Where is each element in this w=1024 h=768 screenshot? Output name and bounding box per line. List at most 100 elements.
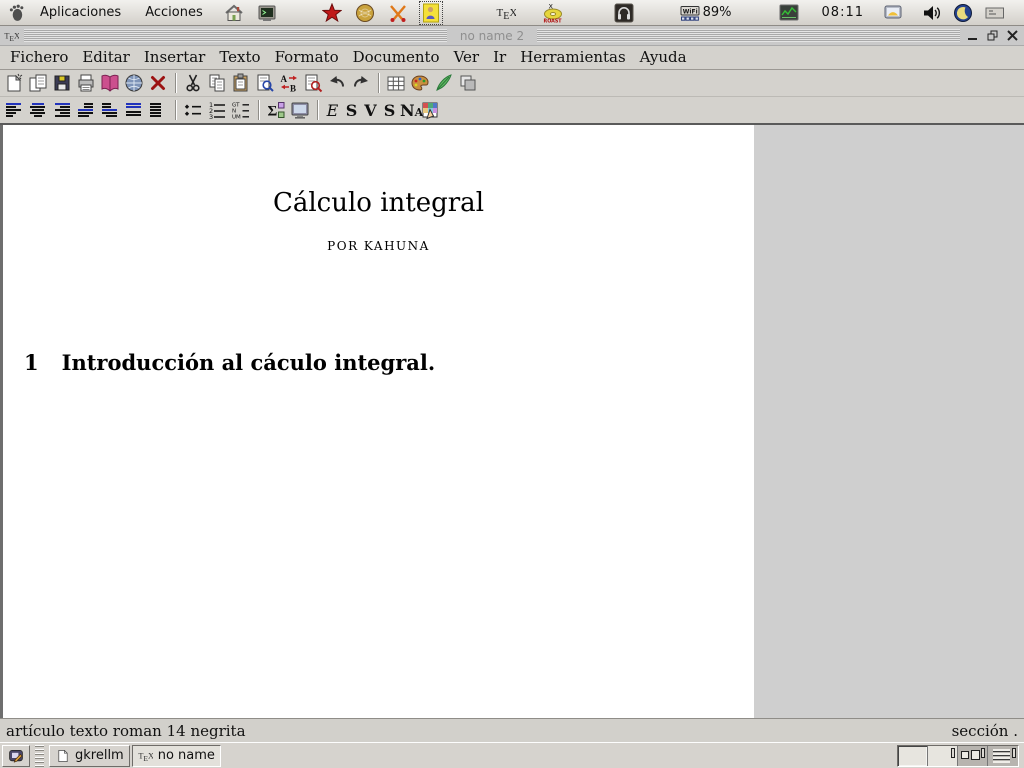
menu-ver[interactable]: Ver (447, 48, 487, 66)
menu-fichero[interactable]: Fichero (3, 48, 75, 66)
scissors-icon[interactable] (387, 2, 409, 24)
tex-icon[interactable]: TEX (495, 2, 517, 24)
svg-text:UM: UM (232, 115, 241, 121)
save-icon[interactable] (51, 72, 73, 94)
toolbar-separator (378, 73, 379, 93)
style-button-s[interactable]: S (381, 101, 398, 120)
replace-icon[interactable]: AB (278, 72, 300, 94)
menu-insertar[interactable]: Insertar (137, 48, 212, 66)
document-author[interactable]: POR KAHUNA (3, 239, 754, 253)
menu-aplicaciones[interactable]: Aplicaciones (28, 5, 133, 20)
svg-text:TEX: TEX (496, 7, 516, 22)
window-title: no name 2 (452, 29, 532, 43)
copy-icon[interactable] (206, 72, 228, 94)
align-4-icon[interactable] (75, 99, 97, 121)
quill-icon[interactable] (433, 72, 455, 94)
list-bullet-icon[interactable] (182, 99, 204, 121)
book-icon[interactable] (99, 72, 121, 94)
svg-text:ROAST: ROAST (543, 18, 562, 23)
palette-icon[interactable] (409, 72, 431, 94)
toolbar-separator (258, 100, 259, 120)
wifi-icon[interactable]: WiFi (679, 2, 701, 24)
home-icon[interactable] (223, 2, 245, 24)
cd-roast-icon[interactable]: XROAST (542, 2, 564, 24)
align-5-icon[interactable] (99, 99, 121, 121)
spellcheck-icon[interactable] (302, 72, 324, 94)
workspace-4[interactable] (988, 746, 1018, 766)
headphones-icon[interactable] (613, 2, 635, 24)
align-2-icon[interactable] (27, 99, 49, 121)
document-page[interactable]: Cálculo integral POR KAHUNA 1 Introducci… (0, 125, 754, 718)
monitor-icon[interactable] (289, 99, 311, 121)
window-titlebar[interactable]: TEX no name 2 (0, 26, 1024, 46)
menu-herramientas[interactable]: Herramientas (513, 48, 632, 66)
workspace-2[interactable] (928, 746, 958, 766)
star-icon[interactable] (321, 2, 343, 24)
panel-launchers: TEX XROAST (223, 2, 635, 24)
clock-applet[interactable]: 08:11 (822, 5, 864, 20)
paste-icon[interactable] (230, 72, 252, 94)
cut-icon[interactable] (182, 72, 204, 94)
tasklist-grip[interactable] (35, 745, 44, 767)
menu-ayuda[interactable]: Ayuda (633, 48, 694, 66)
align-7-icon[interactable] (147, 99, 169, 121)
depth-icon[interactable] (457, 72, 479, 94)
list-enum-icon[interactable]: 123 (206, 99, 228, 121)
status-paragraph-info: sección . (952, 722, 1018, 740)
style-button-s[interactable]: S (343, 101, 360, 120)
gnome-menu-icon[interactable] (4, 2, 28, 24)
undo-icon[interactable] (326, 72, 348, 94)
orb-icon[interactable] (354, 2, 376, 24)
new-doc-icon[interactable] (3, 72, 25, 94)
toolbar-separator (175, 100, 176, 120)
screen-icon[interactable] (882, 2, 904, 24)
style-button-e[interactable]: E (324, 101, 341, 120)
section-number: 1 (24, 350, 39, 375)
style-table-icon[interactable] (419, 99, 441, 121)
yellow-sel-icon[interactable] (420, 2, 442, 24)
align-1-icon[interactable] (3, 99, 25, 121)
close-x-icon[interactable] (147, 72, 169, 94)
minimize-button[interactable] (965, 28, 980, 43)
menu-formato[interactable]: Formato (268, 48, 346, 66)
align-6-icon[interactable] (123, 99, 145, 121)
toolbar-standard: AB (0, 70, 1024, 97)
list-desc-icon[interactable]: GTNUM (230, 99, 252, 121)
titlebar-ridges-right (537, 29, 960, 42)
status-bar: artículo texto roman 14 negrita sección … (0, 718, 1024, 742)
align-3-icon[interactable] (51, 99, 73, 121)
globe-icon[interactable] (123, 72, 145, 94)
menu-documento[interactable]: Documento (346, 48, 447, 66)
style-button-na[interactable]: Na (400, 101, 417, 120)
toolbar-extra: 123GTNUMΣESVSNa (0, 97, 1024, 125)
workspace-1[interactable] (898, 746, 928, 766)
find-icon[interactable] (254, 72, 276, 94)
offpage-area (754, 125, 1024, 718)
sysmon-icon[interactable] (778, 2, 800, 24)
maximize-button[interactable] (985, 28, 1000, 43)
menu-editar[interactable]: Editar (75, 48, 137, 66)
menu-texto[interactable]: Texto (212, 48, 267, 66)
section-heading[interactable]: 1 Introducción al cáculo integral. (24, 350, 435, 375)
terminal-icon[interactable] (256, 2, 278, 24)
close-button[interactable] (1005, 28, 1020, 43)
status-layout-info: artículo texto roman 14 negrita (6, 722, 246, 740)
task-button-no-name[interactable]: TEXno name (132, 745, 221, 767)
speaker-icon[interactable] (920, 2, 942, 24)
desktop-button[interactable] (2, 745, 30, 767)
mini-applet-icon[interactable] (984, 2, 1006, 24)
menu-ir[interactable]: Ir (486, 48, 513, 66)
document-title[interactable]: Cálculo integral (3, 188, 754, 218)
math-sigma-icon[interactable]: Σ (265, 99, 287, 121)
task-button-gkrellm[interactable]: gkrellm (49, 745, 130, 767)
print-icon[interactable] (75, 72, 97, 94)
workspace-3[interactable] (958, 746, 988, 766)
redo-icon[interactable] (350, 72, 372, 94)
style-button-v[interactable]: V (362, 101, 379, 120)
taskbar: gkrellmTEXno name (0, 742, 1024, 768)
open-doc-icon[interactable] (27, 72, 49, 94)
menu-acciones[interactable]: Acciones (133, 5, 215, 20)
moon-icon[interactable] (952, 2, 974, 24)
workspace-pager (897, 745, 1019, 767)
table-icon[interactable] (385, 72, 407, 94)
